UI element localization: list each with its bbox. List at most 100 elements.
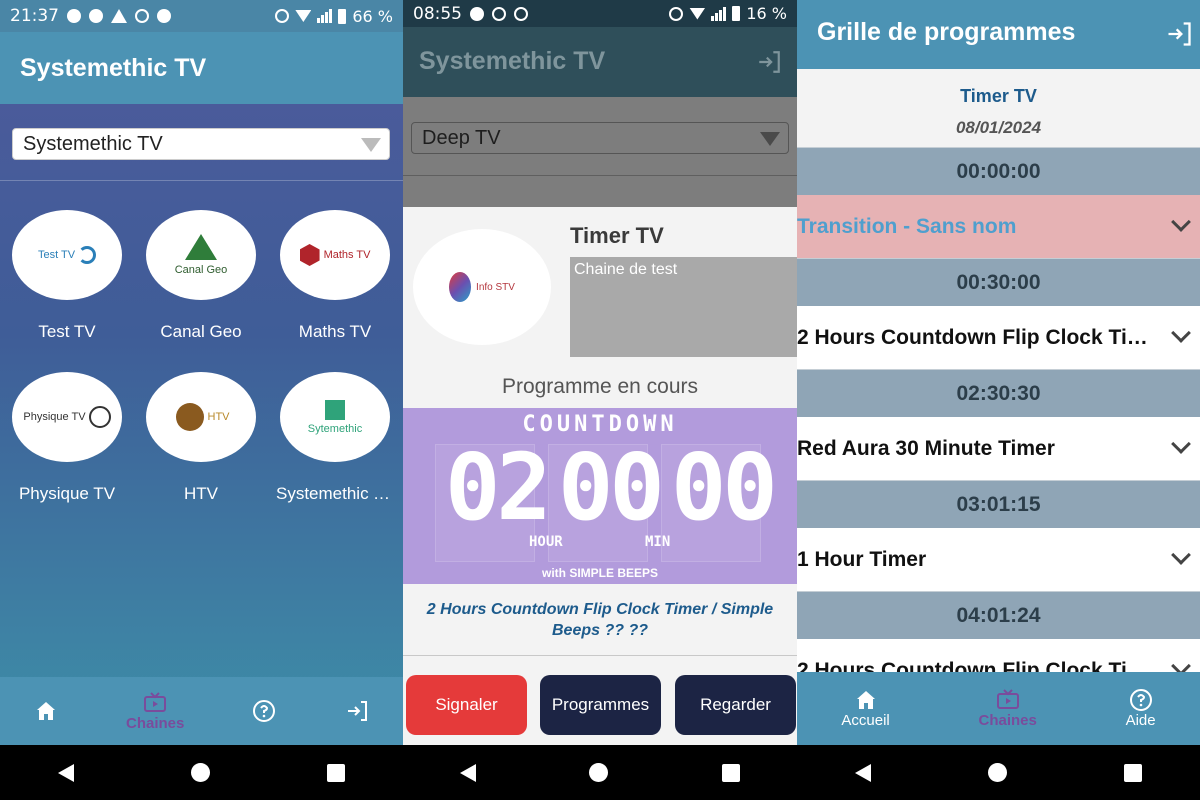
home-circle-icon[interactable] [190, 763, 210, 782]
app-bar: Systemethic TV [0, 32, 403, 104]
back-icon[interactable] [855, 763, 872, 782]
program-title: 2 Hours Countdown Flip Clock Timer / Sim… [426, 601, 774, 639]
programs-button[interactable]: Programmes [540, 675, 661, 735]
signal-icon [317, 9, 333, 23]
min-unit: MIN [645, 534, 671, 550]
nav-logout[interactable] [344, 699, 370, 723]
page-title: Grille de programmes [817, 18, 1076, 46]
schedule-date: 08/01/2024 [955, 118, 1042, 137]
logo-text: Physique TV [23, 411, 86, 423]
channel-description: Chaine de test [570, 257, 797, 357]
channel-name: Timer TV [960, 86, 1037, 106]
bottom-nav: Chaines [0, 677, 403, 745]
channel-name: Test TV [38, 322, 96, 341]
nav-channels[interactable]: Chaines [126, 691, 184, 732]
logo-text: Test TV [37, 249, 76, 261]
channel-logo: Sytemethic [280, 372, 390, 462]
warning-icon [111, 9, 127, 23]
chat-icon [67, 9, 81, 23]
channel-tile[interactable]: HTV HTV [134, 372, 268, 504]
chevron-down-icon [1171, 323, 1191, 343]
channel-tile[interactable]: Sytemethic Systemethic TV [268, 372, 402, 504]
recents-icon[interactable] [722, 763, 741, 782]
program-row[interactable]: 1 Hour Timer [797, 528, 1200, 591]
channel-logo: Physique TV [12, 372, 122, 462]
battery-icon [338, 8, 347, 24]
service-select-value: Deep TV [422, 127, 501, 149]
hexagon-icon [299, 244, 320, 266]
back-icon[interactable] [459, 763, 476, 782]
channel-logo: Maths TV [280, 210, 390, 300]
recents-icon[interactable] [326, 763, 345, 782]
logout-icon [347, 701, 367, 721]
chat-icon [157, 9, 171, 23]
divider [403, 175, 797, 176]
chevron-down-icon [1171, 212, 1191, 232]
service-select[interactable]: Systemethic TV [12, 128, 390, 160]
program-row[interactable]: 2 Hours Countdown Flip Clock Timer [797, 639, 1200, 672]
home-circle-icon[interactable] [987, 763, 1007, 782]
status-time: 08:55 [413, 3, 462, 24]
app-bar: Grille de programmes [797, 0, 1200, 69]
logo-text: Maths TV [323, 249, 371, 261]
alarm-icon [492, 6, 506, 21]
service-select-value: Systemethic TV [23, 133, 163, 155]
wifi-icon [295, 10, 312, 22]
hours-digits: 02 [445, 434, 552, 541]
missed-call-icon [135, 9, 149, 23]
nav-home[interactable]: Accueil [841, 688, 890, 729]
logout-icon[interactable] [755, 49, 783, 75]
status-time: 21:37 [10, 6, 59, 26]
nav-home[interactable] [33, 699, 59, 723]
home-circle-icon[interactable] [589, 763, 609, 782]
program-thumbnail[interactable]: COUNTDOWN 02 00 00 HOUR MIN with SIMPLE … [403, 408, 797, 584]
logout-icon[interactable] [1164, 20, 1194, 48]
signal-icon [711, 6, 727, 21]
nav-help[interactable] [251, 699, 277, 723]
tv-icon [996, 689, 1019, 709]
chat-icon [89, 9, 103, 23]
channel-tile[interactable]: Maths TV Maths TV [268, 210, 402, 342]
back-icon[interactable] [58, 763, 75, 782]
home-icon [37, 702, 56, 720]
program-row-title: 2 Hours Countdown Flip Clock Timer [797, 658, 1160, 673]
nav-help[interactable]: Aide [1126, 688, 1156, 729]
nav-home-label: Accueil [841, 712, 890, 729]
system-nav-bar [403, 745, 797, 800]
chat-icon [470, 6, 484, 21]
program-row-title: Transition - Sans nom [797, 214, 1017, 238]
channel-logo: HTV [146, 372, 256, 462]
gmail-icon [514, 6, 528, 21]
channel-name: Maths TV [298, 322, 372, 341]
help-icon [253, 700, 275, 722]
tree-icon [185, 234, 217, 260]
sc-logo-icon [325, 399, 345, 420]
program-row[interactable]: Red Aura 30 Minute Timer [797, 417, 1200, 480]
channel-name: HTV [184, 484, 218, 503]
channel-tile[interactable]: Test TV Test TV [0, 210, 134, 342]
report-button[interactable]: Signaler [406, 675, 527, 735]
program-row[interactable]: 2 Hours Countdown Flip Clock Timer / Sim… [797, 306, 1200, 369]
nav-channels[interactable]: Chaines [978, 688, 1037, 729]
service-select[interactable]: Deep TV [411, 122, 789, 154]
logo-text: Canal Geo [174, 264, 228, 276]
bottom-nav: Accueil Chaines Aide [797, 672, 1200, 745]
channel-tile[interactable]: Canal Geo Canal Geo [134, 210, 268, 342]
recents-icon[interactable] [1123, 763, 1142, 782]
program-row[interactable]: Transition - Sans nom [797, 195, 1200, 258]
program-row-title: 2 Hours Countdown Flip Clock Timer / Sim… [797, 325, 1160, 349]
program-grid-screen: Grille de programmes Timer TV 08/01/2024… [797, 0, 1200, 745]
nav-channels-label: Chaines [978, 712, 1037, 729]
time-slot: 00:30:00 [797, 258, 1200, 306]
system-nav-bar [797, 745, 1200, 800]
watch-button[interactable]: Regarder [675, 675, 796, 735]
time-slot: 00:00:00 [797, 147, 1200, 195]
program-row-title: Red Aura 30 Minute Timer [797, 436, 1055, 460]
channel-tile[interactable]: Physique TV Physique TV [0, 372, 134, 504]
nav-channels-label: Chaines [125, 714, 185, 732]
logo-swirl-icon [78, 246, 97, 264]
channel-logo: Canal Geo [146, 210, 256, 300]
dropdown-triangle-icon [760, 132, 780, 146]
system-nav-bar [0, 745, 403, 800]
alarm-icon [275, 9, 290, 23]
